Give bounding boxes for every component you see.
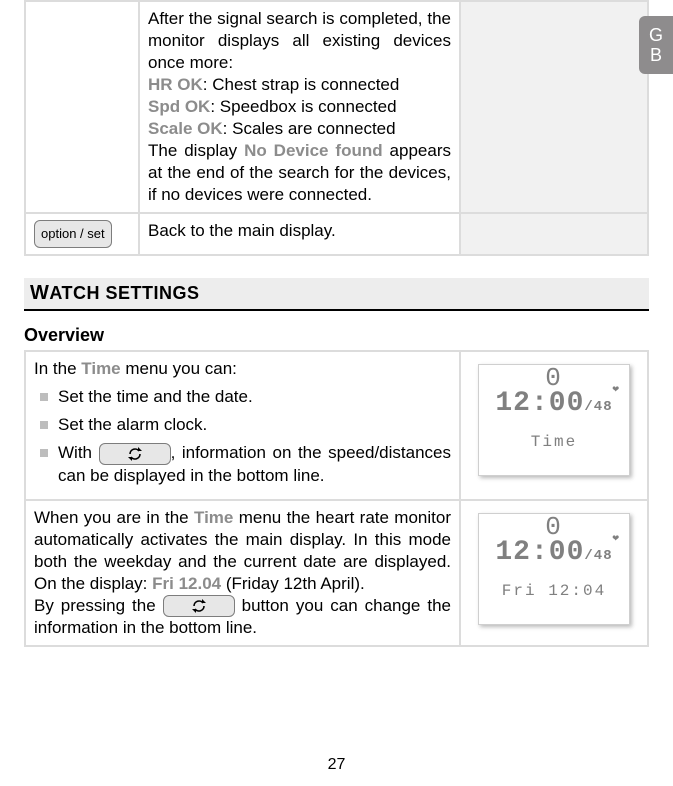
- overview-row1-list: Set the time and the date. Set the alarm…: [34, 386, 451, 487]
- ov1-li1: Set the time and the date.: [40, 386, 451, 408]
- overview-row1-lcd-cell: 0 ❤ 12:00/48 Time: [460, 351, 648, 500]
- lcd2-mid-main: 12:00: [495, 537, 584, 568]
- lcd1-mid-small: /48: [584, 399, 612, 415]
- device-row2-text: Back to the main display.: [139, 213, 460, 255]
- heart-icon: ❤: [612, 379, 619, 401]
- ov2-p1-b2: Fri 12.04: [152, 574, 221, 593]
- nodev-pre: The display: [148, 141, 244, 160]
- page-number: 27: [0, 756, 673, 774]
- language-tab-gb: G B: [639, 16, 673, 74]
- ov1-li3-pre: With: [58, 443, 99, 462]
- ov2-p2-pre: By pressing the: [34, 596, 163, 615]
- overview-table: In the Time menu you can: Set the time a…: [24, 350, 649, 647]
- lcd1-mid: 12:00/48: [479, 393, 629, 427]
- refresh-icon: [127, 447, 143, 461]
- lcd2-mid: 12:00/48: [479, 542, 629, 576]
- heart-icon: ❤: [612, 528, 619, 550]
- scale-ok-text: : Scales are connected: [223, 119, 396, 138]
- section-watch-settings: WATCH SETTINGS: [24, 278, 649, 311]
- device-row1-text-cell: After the signal search is completed, th…: [139, 1, 460, 213]
- ov1-intro-pre: In the: [34, 359, 81, 378]
- device-row1-img-cell: [460, 1, 648, 213]
- overview-row2-lcd-cell: 0 ❤ 12:00/48 Fri 12:04: [460, 500, 648, 647]
- lcd1-mid-main: 12:00: [495, 388, 584, 419]
- nodev-label: No Device found: [244, 141, 383, 160]
- device-row1-intro: After the signal search is completed, th…: [148, 8, 451, 74]
- scale-ok-label: Scale OK: [148, 119, 223, 138]
- lcd-display-2: 0 ❤ 12:00/48 Fri 12:04: [478, 513, 630, 625]
- overview-row2-text: When you are in the Time menu the heart …: [25, 500, 460, 647]
- device-row1-scale: Scale OK: Scales are connected: [148, 118, 451, 140]
- ov2-p1-b: Time: [194, 508, 233, 527]
- lcd2-mid-small: /48: [584, 548, 612, 564]
- ov2-p1: When you are in the Time menu the heart …: [34, 507, 451, 595]
- device-row2-img-cell: [460, 213, 648, 255]
- refresh-icon: [191, 599, 207, 613]
- lcd2-bottom: Fri 12:04: [479, 576, 629, 602]
- device-row1-hr: HR OK: Chest strap is connected: [148, 74, 451, 96]
- lcd-display-1: 0 ❤ 12:00/48 Time: [478, 364, 630, 476]
- hr-ok-label: HR OK: [148, 75, 203, 94]
- ov1-intro-b: Time: [81, 359, 120, 378]
- gb-line2: B: [639, 45, 673, 65]
- refresh-button-1[interactable]: [99, 443, 171, 465]
- ov2-p2: By pressing the button you can change th…: [34, 595, 451, 640]
- refresh-button-2[interactable]: [163, 595, 235, 617]
- overview-heading: Overview: [24, 325, 649, 346]
- ov2-p1-post: (Friday 12th April).: [221, 574, 365, 593]
- device-row2-button-cell: option / set: [25, 213, 139, 255]
- option-set-button[interactable]: option / set: [34, 220, 112, 248]
- device-row1-nodev: The display No Device found appears at t…: [148, 140, 451, 206]
- device-table: After the signal search is completed, th…: [24, 0, 649, 256]
- ov1-li2: Set the alarm clock.: [40, 414, 451, 436]
- gb-line1: G: [639, 25, 673, 45]
- section-title-rest: ATCH SETTINGS: [49, 283, 199, 303]
- ov2-p1-pre: When you are in the: [34, 508, 194, 527]
- hr-ok-text: : Chest strap is connected: [203, 75, 400, 94]
- ov1-intro-post: menu you can:: [121, 359, 237, 378]
- ov1-li3: With , information on the speed/dis­tanc…: [40, 442, 451, 487]
- spd-ok-text: : Speedbox is connected: [210, 97, 396, 116]
- section-title-first: W: [30, 282, 49, 304]
- overview-row1-intro: In the Time menu you can:: [34, 358, 451, 380]
- spd-ok-label: Spd OK: [148, 97, 210, 116]
- lcd1-bottom: Time: [479, 427, 629, 453]
- overview-row1-text: In the Time menu you can: Set the time a…: [25, 351, 460, 500]
- device-row1-button-cell: [25, 1, 139, 213]
- device-row1-spd: Spd OK: Speedbox is connected: [148, 96, 451, 118]
